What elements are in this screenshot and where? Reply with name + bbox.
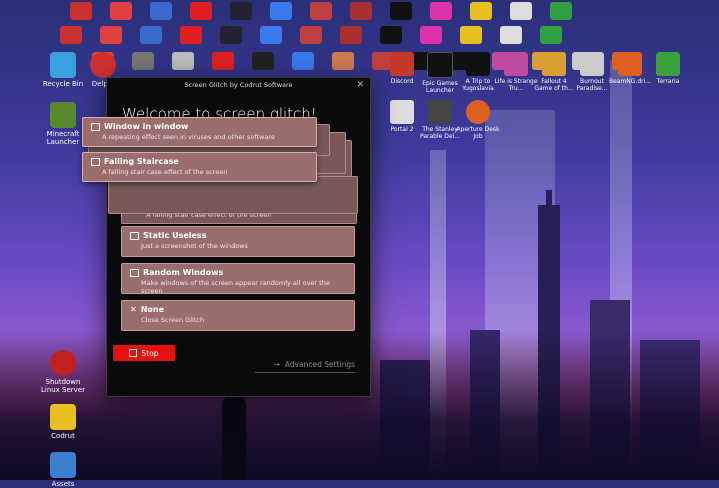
glitch-icon: [332, 52, 354, 70]
glitch-icon: [380, 26, 402, 44]
staircase-icon: [91, 157, 100, 166]
game-icon: [542, 52, 566, 76]
epic-games-icon: [427, 52, 453, 78]
glitch-icon: [292, 52, 314, 70]
game-icon: [580, 52, 604, 76]
glitch-icon: [510, 2, 532, 20]
tower-top: [546, 190, 552, 210]
glitch-icon: [550, 2, 572, 20]
glitch-icon: [310, 2, 332, 20]
desktop-icon[interactable]: Terraria: [646, 52, 690, 85]
glitch-icon: [190, 2, 212, 20]
portal-icon: [390, 100, 414, 124]
recycle-bin-icon: [50, 52, 76, 78]
window-icon: [130, 231, 139, 240]
glitch-icon: [340, 26, 362, 44]
glitch-icon: [350, 2, 372, 20]
option-random-windows[interactable]: Random Windows Make windows of the scree…: [121, 263, 355, 295]
folder-icon: [50, 452, 76, 478]
advanced-settings-button[interactable]: → Advanced Settings: [255, 356, 355, 373]
glitch-icon: [420, 26, 442, 44]
glitch-icon: [60, 26, 82, 44]
glitch-icon: [430, 2, 452, 20]
glitch-icon: [100, 26, 122, 44]
glitch-icon: [230, 2, 252, 20]
glitch-icon: [70, 2, 92, 20]
minecraft-icon: [50, 102, 76, 128]
floating-falling-staircase[interactable]: Falling Staircase A falling stair case e…: [82, 152, 317, 182]
shutdown-icon: [50, 350, 76, 376]
option-static-useless[interactable]: Static Useless Just a screenshot of the …: [121, 226, 355, 257]
floating-window-in-window[interactable]: Window in window A repeating effect seen…: [82, 117, 317, 147]
aperture-icon: [466, 100, 490, 124]
person-silhouette: [222, 395, 246, 480]
glitch-icon: [460, 26, 482, 44]
glitch-icon: [252, 52, 274, 70]
option-none[interactable]: ✕ None Close Screen Glitch: [121, 300, 355, 331]
glitch-icon: [540, 26, 562, 44]
glitch-icon: [390, 2, 412, 20]
desktop-icon[interactable]: Assets: [36, 452, 90, 488]
glitch-icon: [220, 26, 242, 44]
close-icon[interactable]: ✕: [356, 80, 364, 90]
folder-icon: [50, 404, 76, 430]
glitch-icon: [180, 26, 202, 44]
delphi-icon: [90, 52, 116, 78]
desktop-icon[interactable]: Aperture Desk Job: [456, 100, 500, 140]
stop-button[interactable]: Stop: [113, 345, 175, 361]
glitch-icon: [172, 52, 194, 70]
glitch-icon: [150, 2, 172, 20]
close-icon: ✕: [130, 305, 137, 314]
glitch-icon: [212, 52, 234, 70]
game-icon: [504, 52, 528, 76]
glitch-icon: [110, 2, 132, 20]
glitch-icon: [500, 26, 522, 44]
window-title: Screen Glitch by Codrut Software: [184, 81, 293, 89]
stop-icon: [129, 349, 138, 357]
window-titlebar[interactable]: Screen Glitch by Codrut Software ✕: [107, 78, 370, 92]
game-icon: [656, 52, 680, 76]
game-icon: [618, 52, 642, 76]
glitch-icon: [260, 26, 282, 44]
glitch-icon: [300, 26, 322, 44]
window-icon: [91, 122, 100, 131]
glitch-icon: [470, 2, 492, 20]
discord-icon: [390, 52, 414, 76]
desktop-icon[interactable]: Codrut: [36, 404, 90, 440]
glitch-icon: [132, 52, 154, 70]
arrow-right-icon: →: [273, 359, 280, 369]
game-icon: [466, 52, 490, 76]
desktop-icon[interactable]: Shutdown Linux Server: [36, 350, 90, 394]
glitch-icon: [270, 2, 292, 20]
windows-icon: [130, 268, 139, 277]
glitch-icon: [140, 26, 162, 44]
game-icon: [428, 100, 452, 124]
